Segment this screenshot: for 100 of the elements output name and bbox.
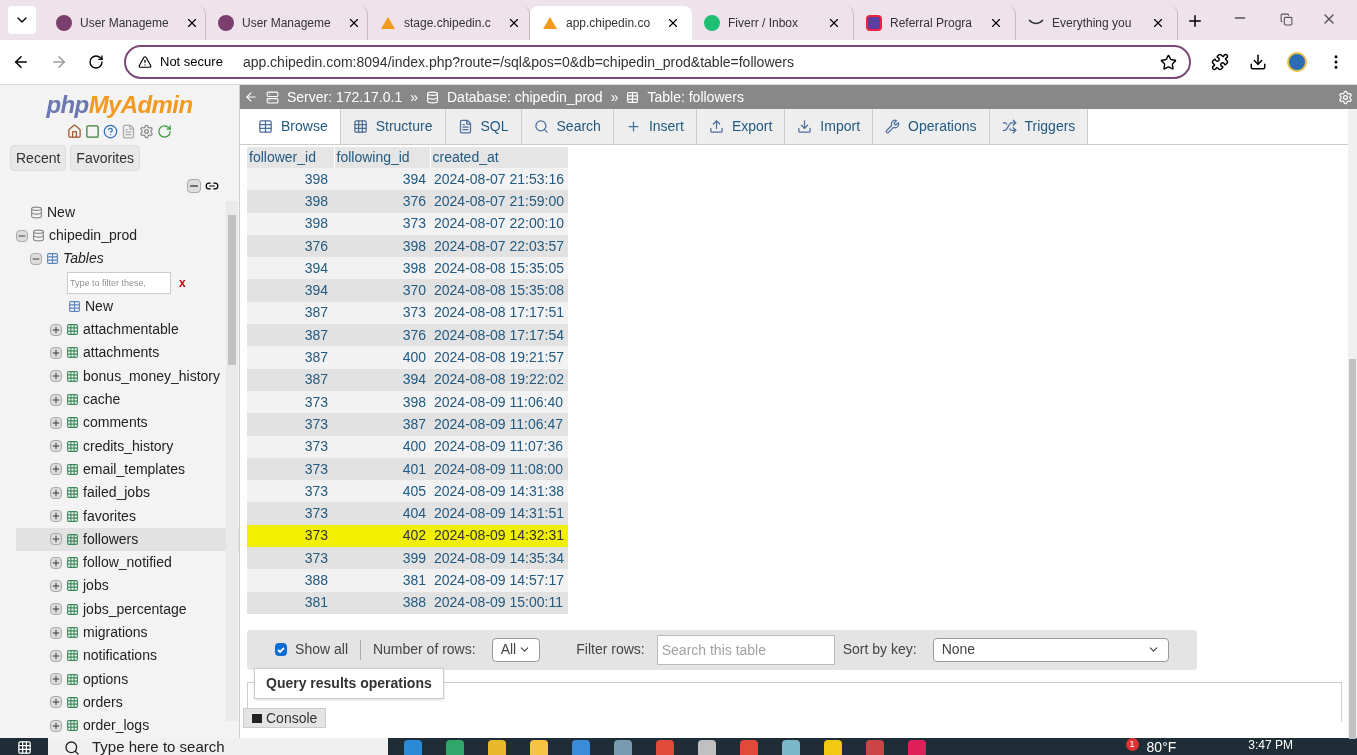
table-cell: 2024-08-08 19:22:02 <box>430 368 568 391</box>
tree-item[interactable]: order_logs <box>16 714 239 738</box>
table-name: followers <box>83 529 139 549</box>
tree-item[interactable]: attachments <box>16 341 239 365</box>
table-cell: 2024-08-09 14:57:17 <box>430 569 568 592</box>
table-cell: 2024-08-08 17:17:54 <box>430 324 568 347</box>
tree-item[interactable]: notifications <box>16 644 239 668</box>
table-name: bonus_money_history <box>83 366 220 386</box>
tree-item[interactable]: migrations <box>16 620 239 645</box>
table-cell: 404 <box>334 502 430 525</box>
table-name: options <box>83 669 129 689</box>
clear-filter-button[interactable]: x <box>179 273 186 292</box>
table-name: failed_jobs <box>83 483 150 503</box>
browser-tab[interactable]: app.chipedin.co <box>530 6 692 40</box>
table-cell: 394 <box>334 168 430 191</box>
address-field[interactable]: Not secure app.chipedin.com:8094/index.php?route=/sql&pos=0&db=chipedin_prod&table=followers <box>124 45 1191 79</box>
nav-tab[interactable]: Triggers <box>989 109 1089 144</box>
notification-badge: 1 <box>1125 738 1139 751</box>
sidebar-button[interactable]: Recent <box>10 145 67 171</box>
table-cell: 373 <box>247 413 334 436</box>
breadcrumb-link[interactable]: Database: chipedin_prod <box>447 86 603 108</box>
tree-item[interactable]: credits_history <box>16 434 239 458</box>
table-cell: 373 <box>334 212 430 235</box>
table-cell: 398 <box>247 212 334 235</box>
tab-title: stage.chipedin.c <box>404 15 491 32</box>
nav-tab[interactable]: Operations <box>873 109 990 144</box>
sort-select[interactable]: None <box>932 637 1169 662</box>
breadcrumb-link[interactable]: Table: followers <box>647 86 744 108</box>
logo: phpMyAdmin <box>46 90 193 120</box>
tab-title: app.chipedin.co <box>566 15 651 32</box>
table-cell: 401 <box>334 457 430 481</box>
tree-item[interactable]: chipedin_prod <box>49 225 137 246</box>
table-name: migrations <box>83 623 148 642</box>
table-name: order_logs <box>83 716 150 736</box>
table-cell: 2024-08-09 11:07:36 <box>430 435 568 458</box>
nav-tab[interactable]: Structure <box>340 109 446 144</box>
table-cell: 402 <box>334 524 430 548</box>
table-name: attachments <box>83 343 160 363</box>
table-name: orders <box>83 692 123 712</box>
nav-tab[interactable]: Export <box>696 109 786 144</box>
temperature-label: 80°F <box>1146 738 1177 755</box>
table-cell: 398 <box>247 190 334 213</box>
tree-item[interactable]: cache <box>16 387 239 412</box>
table-name: jobs_percentage <box>83 599 187 619</box>
table-cell: 373 <box>247 435 334 458</box>
table-cell: 387 <box>247 301 334 325</box>
table-cell: 387 <box>247 324 334 347</box>
table-cell: 2024-08-08 15:35:08 <box>430 279 568 302</box>
checkbox-label: Show all <box>295 640 348 660</box>
tab-title: User Manageme <box>242 15 331 32</box>
table-cell: 398 <box>334 390 430 414</box>
tree-item[interactable]: options <box>16 667 239 691</box>
table-name: jobs <box>83 576 109 596</box>
nav-tab[interactable]: Insert <box>613 109 697 144</box>
tree-item[interactable]: email_templates <box>16 457 239 482</box>
table-cell: 2024-08-09 11:06:47 <box>430 413 568 436</box>
nav-tab[interactable]: SQL <box>445 109 522 144</box>
search-field[interactable]: Search this table <box>656 634 835 665</box>
table-cell: 373 <box>247 502 334 525</box>
tree-item[interactable]: Tables <box>63 248 104 269</box>
tree-item[interactable]: favorites <box>16 504 239 528</box>
url-text: app.chipedin.com:8094/index.php?route=/sql&pos=0&db=chipedin_prod&table=followers <box>242 52 795 72</box>
sidebar-button[interactable]: Favorites <box>70 145 140 171</box>
table-cell: 400 <box>334 435 430 458</box>
filter-label: Filter rows: <box>576 640 645 660</box>
sort-label: Sort by key: <box>842 640 917 660</box>
table-cell: 373 <box>247 547 334 570</box>
tab-title: Fiverr / Inbox <box>728 15 799 32</box>
tree-item[interactable]: orders <box>16 690 239 715</box>
tree-item[interactable]: bonus_money_history <box>16 364 239 388</box>
table-cell: 2024-08-08 15:35:05 <box>430 257 568 280</box>
table-name: follow_notified <box>83 553 172 573</box>
filter-field[interactable]: Type to filter these, <box>67 271 171 294</box>
table-cell: 381 <box>247 591 334 614</box>
breadcrumb-separator: » <box>610 87 619 107</box>
console-tab[interactable]: Console <box>243 708 327 728</box>
tree-item[interactable]: New <box>47 202 75 223</box>
table-name: attachmentable <box>83 320 179 340</box>
tree-item[interactable]: follow_notified <box>16 550 239 575</box>
table-name: comments <box>83 413 148 433</box>
table-cell: 373 <box>247 524 334 548</box>
tree-item[interactable]: New <box>85 296 113 317</box>
table-cell: 388 <box>247 569 334 592</box>
rows-select[interactable]: All <box>491 637 541 662</box>
tree-item[interactable]: comments <box>16 411 239 435</box>
tree-item[interactable]: followers <box>16 527 239 551</box>
tree-item[interactable]: failed_jobs <box>16 481 239 505</box>
table-cell: 2024-08-09 11:06:40 <box>430 390 568 414</box>
tree-item[interactable]: jobs_percentage <box>16 597 239 621</box>
nav-tab[interactable]: Import <box>785 109 874 144</box>
nav-tab[interactable]: Search <box>521 109 614 144</box>
search-field[interactable]: Type here to search <box>48 738 388 755</box>
table-cell: 373 <box>247 480 334 503</box>
tree-item[interactable]: attachmentable <box>16 318 239 342</box>
table-name: notifications <box>83 646 157 666</box>
table-cell: 398 <box>247 168 334 191</box>
table-cell: 2024-08-09 11:08:00 <box>430 457 568 481</box>
tree-item[interactable]: jobs <box>16 574 239 598</box>
table-cell: 387 <box>247 346 334 369</box>
breadcrumb-link[interactable]: Server: 172.17.0.1 <box>287 86 403 108</box>
